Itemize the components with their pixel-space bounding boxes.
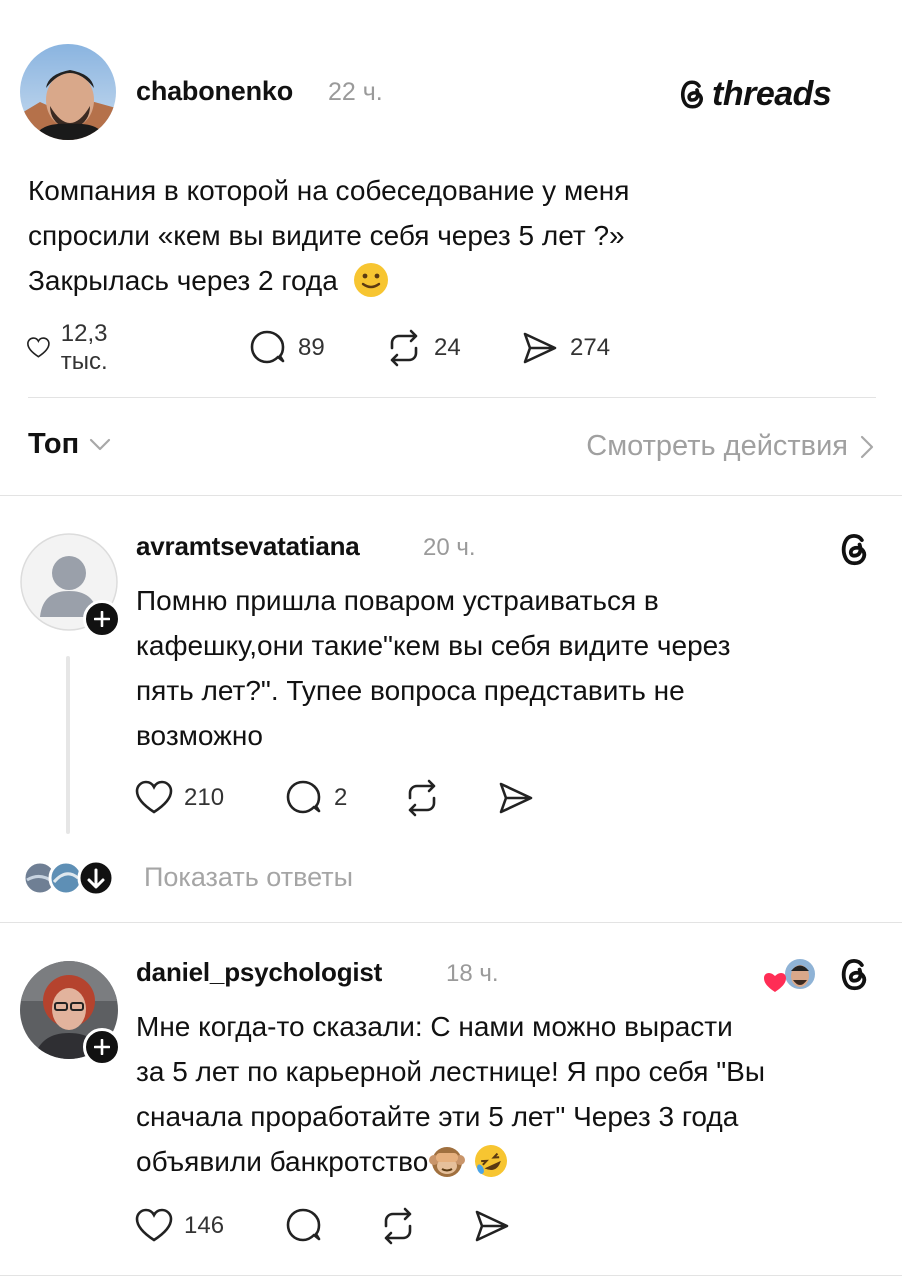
- share-button[interactable]: [496, 776, 536, 820]
- share-button[interactable]: 274: [520, 326, 610, 370]
- divider: [28, 397, 876, 398]
- chevron-down-icon: [90, 438, 111, 450]
- like-button[interactable]: 210: [134, 776, 224, 820]
- share-count: 274: [570, 334, 611, 361]
- sort-label: Топ: [28, 428, 80, 460]
- comment-button[interactable]: 2: [284, 776, 347, 820]
- reply-timestamp: 18 ч.: [446, 960, 499, 987]
- divider: [0, 495, 902, 496]
- heart-icon: [135, 1208, 173, 1242]
- share-button[interactable]: [472, 1204, 512, 1248]
- repost-button[interactable]: [378, 1204, 418, 1248]
- reply-text-line: за 5 лет по карьерной лестнице! Я про се…: [136, 1056, 765, 1087]
- thread-line: [66, 656, 70, 834]
- like-button[interactable]: 146: [134, 1204, 224, 1248]
- plus-icon: [94, 611, 110, 627]
- reply-text-line: Помню пришла поваром устраиваться в: [136, 585, 659, 616]
- view-activity-link[interactable]: Смотреть действия: [586, 430, 874, 463]
- repost-button[interactable]: 24: [384, 326, 461, 370]
- post-text-line: Закрылась через 2 года: [28, 258, 878, 303]
- liked-by-author-badge: [762, 956, 820, 996]
- comment-button[interactable]: [284, 1204, 324, 1248]
- heart-icon: [135, 780, 173, 814]
- like-count: 146: [184, 1212, 225, 1239]
- reply-text-line: пять лет?". Тупее вопроса представить не: [136, 675, 685, 706]
- threads-icon: [680, 80, 703, 109]
- post-timestamp: 22 ч.: [328, 78, 383, 106]
- reply-username[interactable]: avramtsevatatiana: [136, 531, 360, 562]
- comment-count: 89: [298, 334, 325, 361]
- repost-count: 24: [434, 334, 461, 361]
- repost-icon: [390, 329, 418, 367]
- like-count: 210: [184, 784, 225, 811]
- divider: [0, 922, 902, 923]
- reply-text-line: кафешку,они такие"кем вы себя видите чер…: [136, 630, 731, 661]
- author-avatar[interactable]: [20, 44, 116, 140]
- threads-icon: [841, 958, 867, 991]
- follow-plus-button[interactable]: [83, 600, 121, 638]
- reply-text-line: объявили банкротство: [136, 1139, 876, 1184]
- reply-body: Помню пришла поваром устраиваться в кафе…: [136, 578, 876, 758]
- threads-wordmark: threads: [712, 74, 832, 113]
- reply-participants-avatars[interactable]: [22, 859, 122, 897]
- plus-icon: [94, 1039, 110, 1055]
- threads-icon: [841, 533, 867, 566]
- comment-count: 2: [334, 784, 348, 811]
- repost-button[interactable]: [402, 776, 442, 820]
- threads-logo: threads: [676, 74, 832, 114]
- sort-dropdown[interactable]: Топ: [28, 428, 111, 461]
- post-text-line: спросили «кем вы видите себя через 5 лет…: [28, 220, 625, 251]
- repost-icon: [384, 1207, 412, 1245]
- heart-icon: [764, 973, 786, 992]
- comment-icon: [286, 1208, 321, 1242]
- comment-icon: [250, 330, 285, 364]
- reply-text-line: Мне когда-то сказали: С нами можно вырас…: [136, 1011, 733, 1042]
- see-no-evil-monkey-icon: [429, 1146, 466, 1177]
- view-activity-label: Смотреть действия: [586, 430, 848, 462]
- repost-icon: [408, 779, 436, 817]
- slightly-smiling-face-icon: [353, 262, 388, 297]
- post-text-line: Компания в которой на собеседование у ме…: [28, 175, 630, 206]
- send-icon: [499, 782, 533, 814]
- show-replies-link[interactable]: Показать ответы: [144, 862, 353, 893]
- reply-timestamp: 20 ч.: [423, 534, 476, 561]
- reply-username[interactable]: daniel_psychologist: [136, 957, 382, 988]
- comment-icon: [286, 780, 321, 814]
- post-body: Компания в которой на собеседование у ме…: [28, 168, 878, 303]
- rolling-on-floor-laughing-icon: [475, 1144, 508, 1177]
- heart-icon: [27, 337, 50, 358]
- reply-body: Мне когда-то сказали: С нами можно вырас…: [136, 1004, 876, 1184]
- reply-text-line: возможно: [136, 720, 263, 751]
- like-button[interactable]: 12,3 тыс.: [26, 320, 123, 375]
- author-username[interactable]: chabonenko: [136, 76, 293, 107]
- like-count: 12,3 тыс.: [60, 320, 108, 375]
- send-icon: [523, 332, 557, 364]
- reply-text-line: сначала проработайте эти 5 лет" Через 3 …: [136, 1101, 739, 1132]
- divider: [0, 1275, 902, 1276]
- chevron-right-icon: [860, 435, 874, 458]
- follow-plus-button[interactable]: [83, 1028, 121, 1066]
- send-icon: [475, 1210, 509, 1242]
- comment-button[interactable]: 89: [248, 326, 325, 370]
